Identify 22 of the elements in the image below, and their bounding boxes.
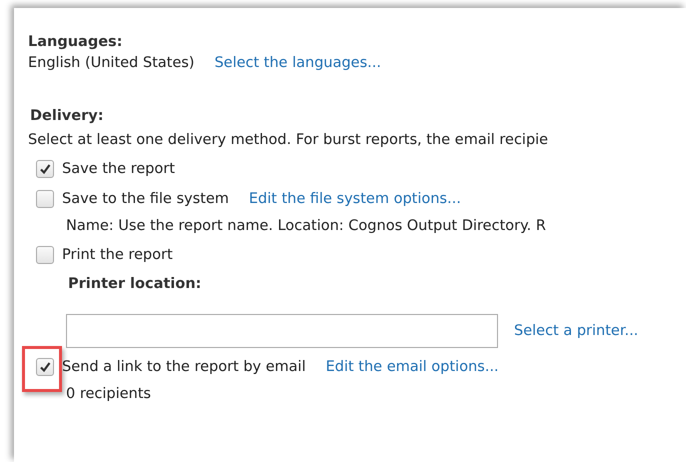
section-heading: Languages: [28, 33, 122, 52]
options-link[interactable]: Edit the email options... [326, 356, 499, 378]
select-languages-link[interactable]: Select the languages... [214, 52, 382, 74]
checkmark-icon [39, 361, 51, 373]
select-printer-link[interactable]: Select a printer... [514, 320, 638, 342]
option-note: 0 recipients [66, 385, 152, 404]
checkbox[interactable] [36, 246, 54, 264]
checkbox[interactable] [36, 160, 54, 178]
options-link[interactable]: Edit the file system options... [248, 188, 461, 210]
option-label: Send a link to the report by email [62, 358, 306, 377]
option-note: Name: Use the report name. Location: Cognos Output Directory. R [66, 217, 547, 236]
option-label: Save to the file system [62, 190, 229, 209]
option-label: Save the report [62, 160, 175, 179]
language-value: English (United States) [28, 54, 194, 73]
option-label: Print the report [62, 246, 173, 265]
checkbox[interactable] [36, 190, 54, 208]
field-label: Printer location: [68, 275, 202, 294]
checkbox[interactable] [36, 358, 54, 376]
section-heading: Delivery: [30, 107, 104, 126]
instructions-text: Select at least one delivery method. For burst reports, the email recipie [28, 131, 550, 150]
printer-location-field[interactable] [66, 314, 498, 348]
checkmark-icon [39, 163, 51, 175]
